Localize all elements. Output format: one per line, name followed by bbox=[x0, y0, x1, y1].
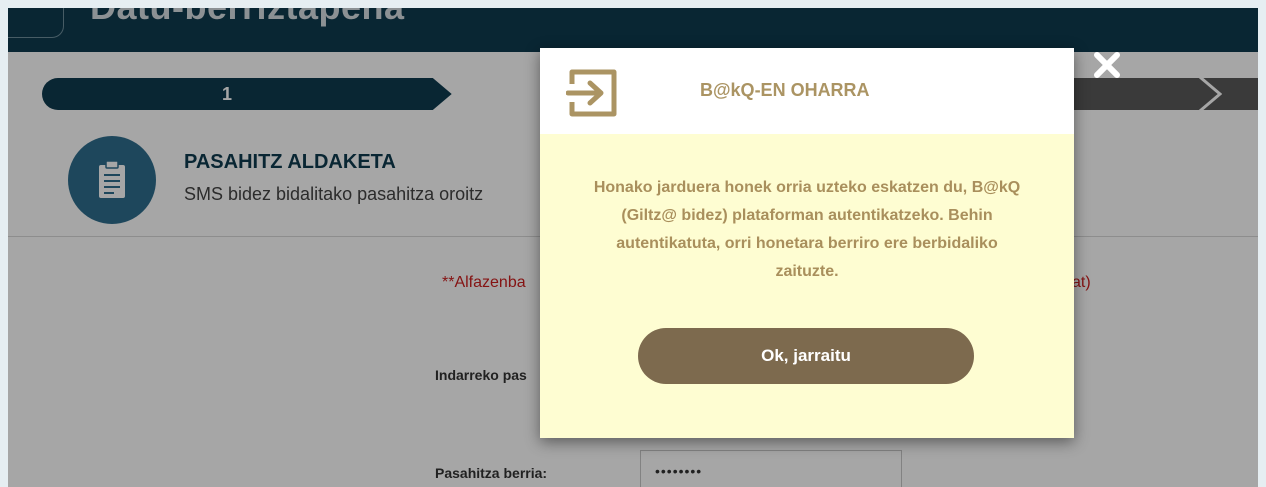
page-frame: Datu-berriztapena 1 PASAHITZ ALDAKETA SM… bbox=[8, 8, 1258, 487]
ok-continue-button[interactable]: Ok, jarraitu bbox=[638, 328, 974, 384]
modal-body: Honako jarduera honek orria uzteko eskat… bbox=[540, 134, 1074, 438]
modal-header: B@kQ-EN OHARRA bbox=[540, 48, 1074, 134]
login-arrow-icon bbox=[566, 69, 617, 117]
modal-message: Honako jarduera honek orria uzteko eskat… bbox=[593, 179, 1021, 280]
close-icon[interactable] bbox=[1092, 50, 1122, 80]
notice-modal: B@kQ-EN OHARRA Honako jarduera honek orr… bbox=[540, 48, 1074, 438]
modal-title: B@kQ-EN OHARRA bbox=[700, 80, 870, 100]
